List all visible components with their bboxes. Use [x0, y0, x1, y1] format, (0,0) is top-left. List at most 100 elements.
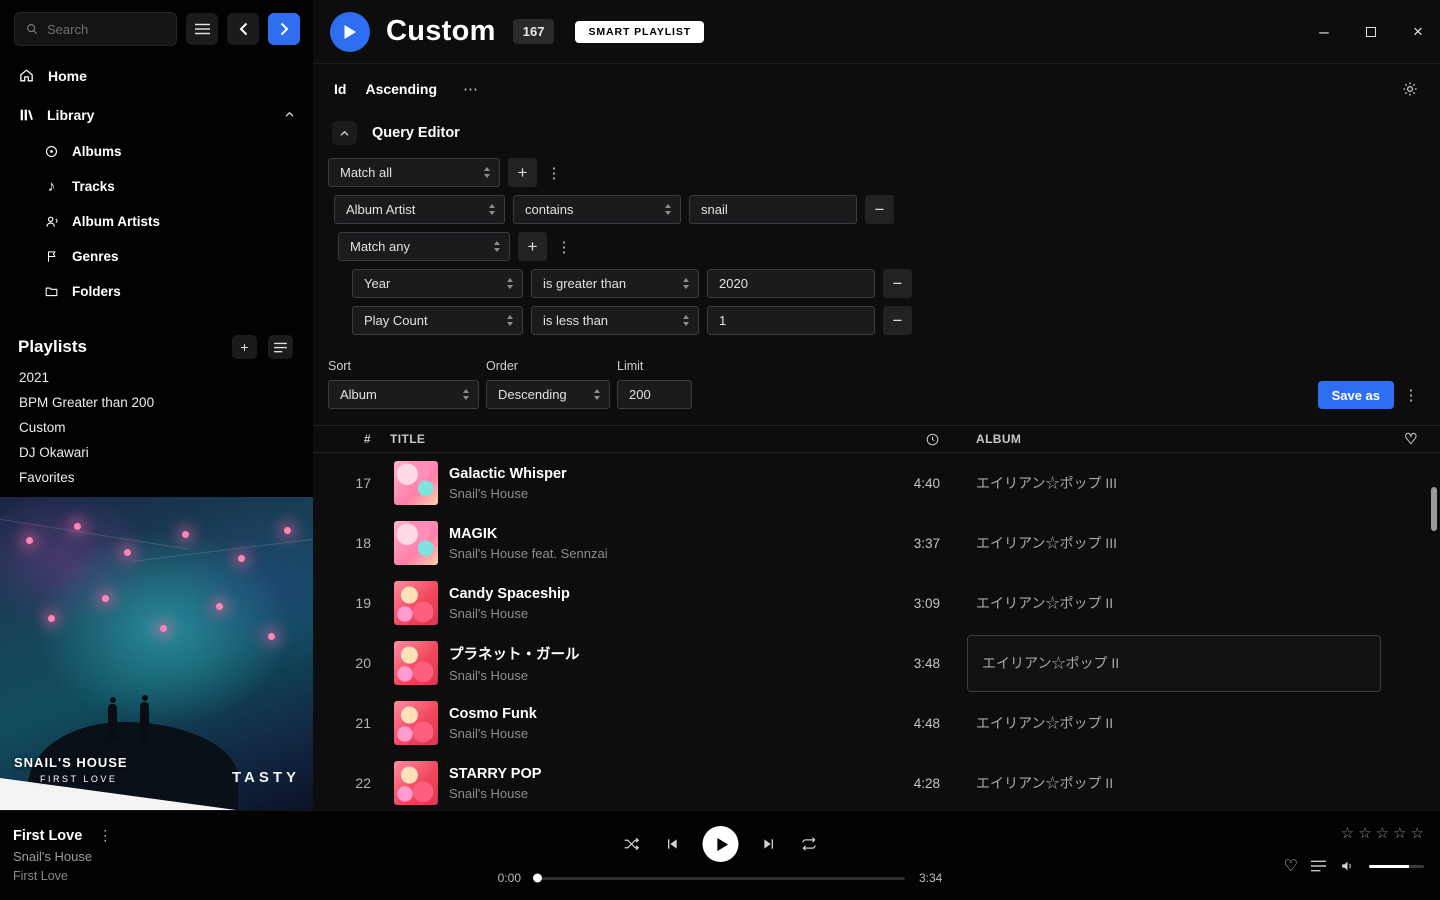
- sidebar-item-label: Home: [48, 68, 87, 84]
- updown-icon: [665, 204, 671, 215]
- chevron-left-icon: [239, 22, 248, 36]
- next-track-button[interactable]: [761, 836, 778, 852]
- album-cell-highlight[interactable]: エイリアン☆ポップ II: [967, 635, 1381, 692]
- match-any-dropdown[interactable]: Match any: [338, 232, 510, 261]
- table-row[interactable]: 19 Candy SpaceshipSnail's House 3:09 エイリ…: [313, 573, 1440, 633]
- table-row[interactable]: 17 Galactic WhisperSnail's House 4:40 エイ…: [313, 453, 1440, 513]
- hamburger-icon: [195, 23, 210, 35]
- player-bar: First Love ⋮ Snail's House First Love: [0, 810, 1440, 900]
- queue-icon[interactable]: [1311, 860, 1326, 872]
- playlist-item[interactable]: 2021: [0, 365, 313, 390]
- favorite-heart-icon[interactable]: ♡: [1284, 856, 1298, 876]
- playlist-item[interactable]: DJ Okawari: [0, 440, 313, 465]
- rule-row: Year is greater than −: [352, 269, 1440, 298]
- rule-field-dropdown[interactable]: Play Count: [352, 306, 523, 335]
- column-album[interactable]: ALBUM: [970, 432, 1382, 446]
- rule-options-button[interactable]: ⋮: [545, 158, 563, 187]
- star-icon[interactable]: ☆: [1358, 824, 1371, 842]
- volume-slider[interactable]: [1369, 865, 1424, 868]
- sidebar-item-library[interactable]: Library: [0, 95, 313, 134]
- search-box[interactable]: [14, 12, 177, 46]
- sidebar-item-album-artists[interactable]: Album Artists: [0, 204, 313, 239]
- star-icon[interactable]: ☆: [1411, 824, 1424, 842]
- playlist-options-button[interactable]: [268, 335, 293, 359]
- shuffle-button[interactable]: [622, 835, 642, 853]
- forward-button[interactable]: [268, 13, 300, 45]
- column-number[interactable]: #: [313, 432, 371, 446]
- sidebar-item-albums[interactable]: Albums: [0, 134, 313, 169]
- search-input[interactable]: [47, 22, 166, 37]
- sort-order-limit-row: Sort Album Order Descending Limit Save a…: [328, 359, 1440, 409]
- sidebar-item-label: Library: [47, 107, 94, 123]
- flag-icon: [43, 249, 60, 264]
- rule-options-button[interactable]: ⋮: [555, 232, 573, 261]
- back-button[interactable]: [227, 13, 259, 45]
- add-rule-button[interactable]: +: [508, 158, 537, 187]
- save-options-button[interactable]: ⋮: [1402, 380, 1420, 409]
- playlist-item[interactable]: Custom: [0, 415, 313, 440]
- list-scrollbar[interactable]: [1431, 487, 1437, 531]
- add-playlist-button[interactable]: +: [232, 335, 257, 359]
- star-icon[interactable]: ☆: [1376, 824, 1389, 842]
- sort-field-button[interactable]: Id: [334, 81, 346, 97]
- now-playing-artist: Snail's House: [13, 849, 112, 864]
- play-pause-button[interactable]: [703, 826, 739, 862]
- playlist-item[interactable]: BPM Greater than 200: [0, 390, 313, 415]
- sidebar-item-home[interactable]: Home: [0, 56, 313, 95]
- sort-dropdown[interactable]: Album: [328, 380, 479, 409]
- close-button[interactable]: ×: [1410, 22, 1426, 42]
- sidebar-item-genres[interactable]: Genres: [0, 239, 313, 274]
- chevron-up-icon[interactable]: [284, 111, 295, 118]
- more-options-button[interactable]: ⋯: [463, 80, 478, 98]
- rule-field-dropdown[interactable]: Year: [352, 269, 523, 298]
- track-artist: Snail's House: [449, 606, 878, 621]
- remove-rule-button[interactable]: −: [865, 195, 894, 224]
- seek-bar[interactable]: [535, 877, 905, 880]
- previous-track-button[interactable]: [664, 836, 681, 852]
- track-number: 21: [313, 715, 371, 731]
- lantern-light: [216, 603, 223, 610]
- table-row[interactable]: 20 プラネット・ガールSnail's House 3:48 エイリアン☆ポップ…: [313, 633, 1440, 693]
- minimize-button[interactable]: –: [1316, 22, 1332, 42]
- collapse-query-editor-button[interactable]: [332, 121, 357, 145]
- gear-icon[interactable]: [1401, 80, 1419, 98]
- rule-operator-dropdown[interactable]: is greater than: [531, 269, 699, 298]
- match-all-dropdown[interactable]: Match all: [328, 158, 500, 187]
- rule-field-dropdown[interactable]: Album Artist: [334, 195, 505, 224]
- remove-rule-button[interactable]: −: [883, 306, 912, 335]
- rule-value-input[interactable]: [707, 269, 875, 298]
- duration-column-clock-icon[interactable]: [878, 432, 940, 447]
- sort-order-button[interactable]: Ascending: [365, 81, 437, 97]
- limit-input[interactable]: [617, 380, 692, 409]
- maximize-button[interactable]: [1363, 22, 1379, 42]
- column-title[interactable]: TITLE: [390, 432, 425, 446]
- lantern-light: [182, 531, 189, 538]
- playlist-item[interactable]: Favorites: [0, 465, 313, 490]
- order-dropdown[interactable]: Descending: [486, 380, 610, 409]
- updown-icon: [507, 315, 513, 326]
- add-rule-button[interactable]: +: [518, 232, 547, 261]
- save-as-button[interactable]: Save as: [1318, 381, 1394, 409]
- rule-operator-dropdown[interactable]: contains: [513, 195, 681, 224]
- rule-value-input[interactable]: [689, 195, 857, 224]
- menu-button[interactable]: [186, 13, 218, 45]
- favorite-column-heart-icon[interactable]: ♡: [1382, 430, 1440, 448]
- repeat-button[interactable]: [800, 835, 819, 853]
- play-playlist-button[interactable]: [330, 12, 370, 52]
- updown-icon: [594, 389, 600, 400]
- sidebar-item-tracks[interactable]: ♪ Tracks: [0, 169, 313, 204]
- star-icon[interactable]: ☆: [1393, 824, 1406, 842]
- table-row[interactable]: 22 STARRY POPSnail's House 4:28 エイリアン☆ポッ…: [313, 753, 1440, 810]
- rule-operator-dropdown[interactable]: is less than: [531, 306, 699, 335]
- remove-rule-button[interactable]: −: [883, 269, 912, 298]
- rule-value-input[interactable]: [707, 306, 875, 335]
- table-row[interactable]: 21 Cosmo FunkSnail's House 4:48 エイリアン☆ポッ…: [313, 693, 1440, 753]
- volume-icon[interactable]: [1339, 858, 1356, 874]
- now-playing-menu-button[interactable]: ⋮: [98, 827, 112, 844]
- table-row[interactable]: 18 MAGIKSnail's House feat. Sennzai 3:37…: [313, 513, 1440, 573]
- track-title: STARRY POP: [449, 766, 878, 782]
- star-icon[interactable]: ☆: [1341, 824, 1354, 842]
- seek-knob[interactable]: [533, 874, 542, 883]
- sort-toolbar: Id Ascending ⋯: [313, 64, 1440, 113]
- sidebar-item-folders[interactable]: Folders: [0, 274, 313, 309]
